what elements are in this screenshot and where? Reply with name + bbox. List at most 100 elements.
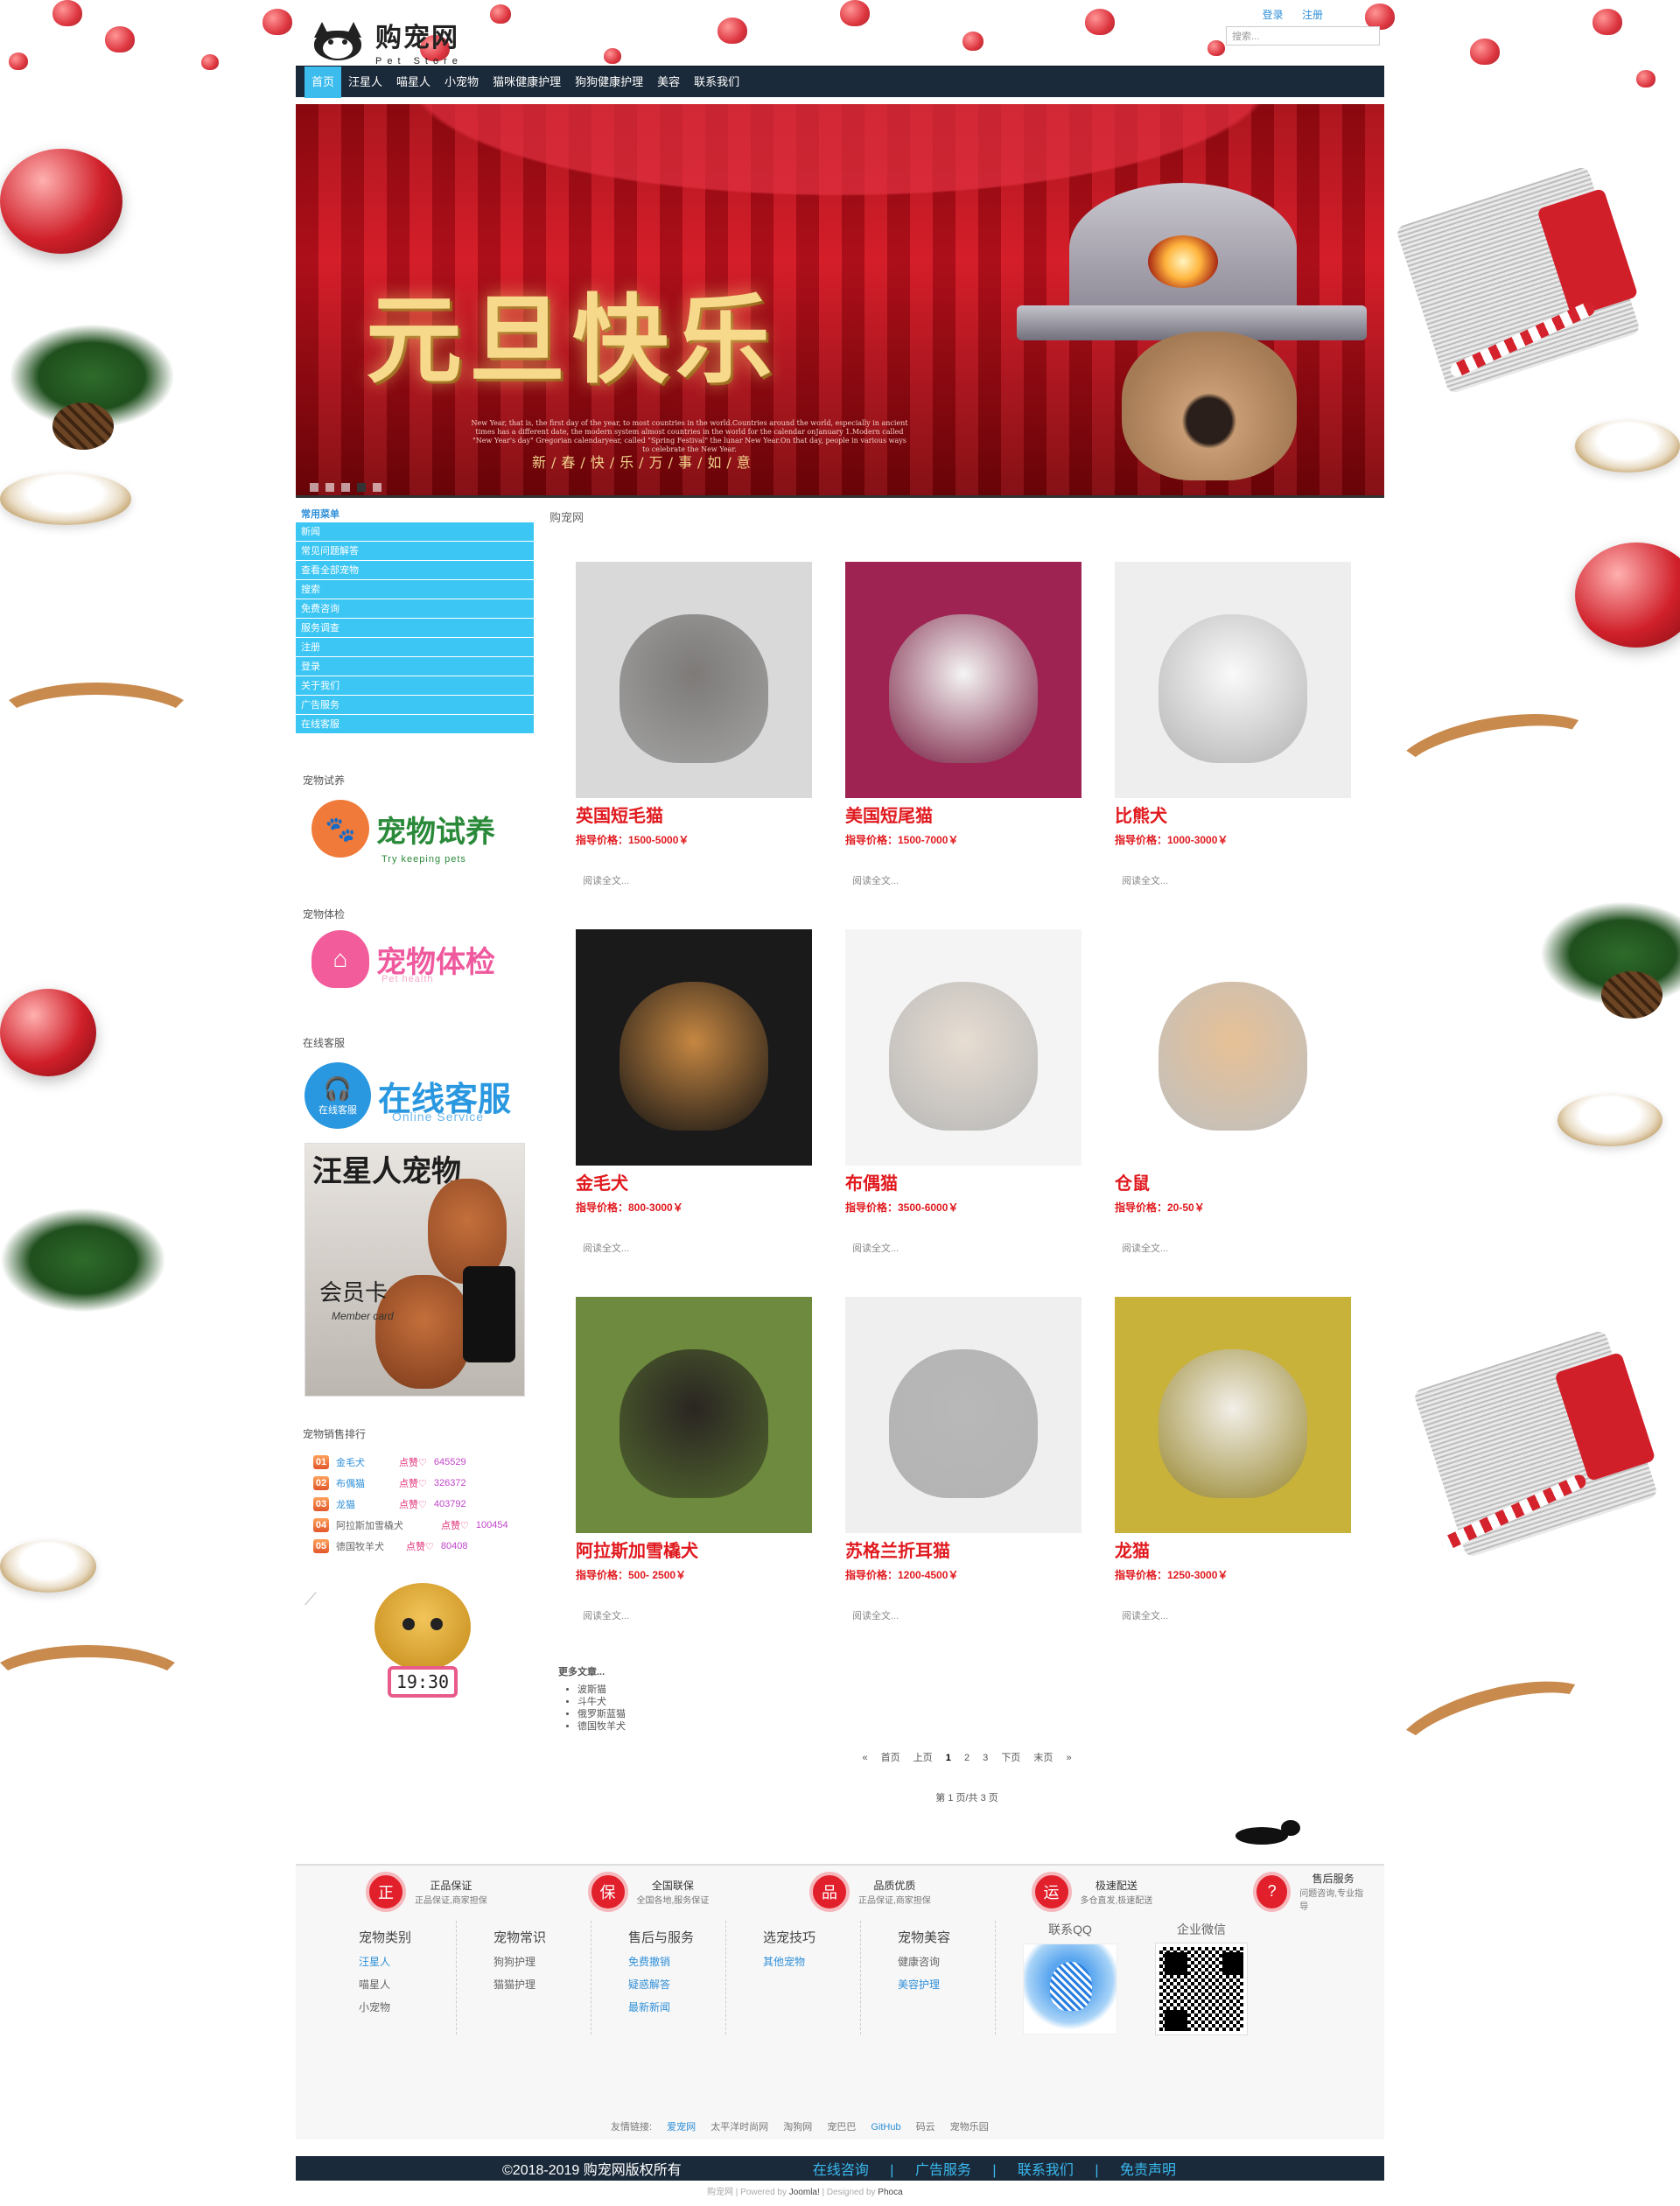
sidebar-item-login[interactable]: 登录 [296,657,534,676]
pet-card[interactable]: 比熊犬 指导价格：1000-3000￥ 阅读全文... [1115,562,1351,929]
search-input[interactable]: 搜索... [1226,26,1380,46]
pager-next[interactable]: 下页 [1001,1753,1020,1763]
read-more-link[interactable]: 阅读全文... [583,873,812,887]
footer-link[interactable]: 小宠物 [359,1999,456,2014]
footer-link[interactable]: 其他宠物 [763,1954,860,1969]
pager-first[interactable]: 首页 [881,1753,900,1763]
bottom-link-consult[interactable]: 在线咨询 [813,2163,869,2178]
nav-cat-care[interactable]: 猫咪健康护理 [486,67,568,98]
friend-link[interactable]: 太平洋时尚网 [710,2122,768,2132]
pager-prev[interactable]: 上页 [914,1753,933,1763]
pet-image[interactable] [845,929,1082,1166]
trial-banner[interactable]: 🐾 宠物试养 Try keeping pets [312,796,534,866]
pet-image[interactable] [576,929,812,1166]
sidebar-item-ads[interactable]: 广告服务 [296,696,534,715]
footer-link[interactable]: 狗狗护理 [494,1954,591,1969]
pet-card[interactable]: 仓鼠 指导价格：20-50￥ 阅读全文... [1115,929,1351,1297]
footer-link[interactable]: 最新新闻 [628,1999,725,2014]
pet-card[interactable]: 美国短尾猫 指导价格：1500-7000￥ 阅读全文... [845,562,1082,929]
more-link[interactable]: 波斯猫 [578,1684,1384,1696]
banner-dot[interactable] [341,483,350,492]
rank-name[interactable]: 龙猫 [336,1497,392,1511]
read-more-link[interactable]: 阅读全文... [852,873,1082,887]
footer-link[interactable]: 汪星人 [359,1954,456,1969]
sidebar-item-faq[interactable]: 常见问题解答 [296,542,534,561]
rank-name[interactable]: 德国牧羊犬 [336,1539,399,1553]
rank-name[interactable]: 布偶猫 [336,1476,392,1490]
like-label[interactable]: 点赞♡ [406,1539,434,1553]
pet-image[interactable] [576,562,812,798]
friend-link[interactable]: 淘狗网 [783,2122,812,2132]
more-link[interactable]: 德国牧羊犬 [578,1720,1384,1733]
friend-link[interactable]: 爱宠网 [667,2122,696,2132]
bottom-link-contact[interactable]: 联系我们 [1018,2163,1074,2178]
rank-row[interactable]: 02 布偶猫 点赞♡ 326372 [313,1473,534,1494]
footer-link[interactable]: 疑惑解答 [628,1977,725,1992]
footer-link[interactable]: 美容护理 [898,1977,995,1992]
pet-name[interactable]: 苏格兰折耳猫 [845,1537,1082,1562]
friend-link[interactable]: 宠物乐园 [950,2122,989,2132]
nav-home[interactable]: 首页 [304,66,342,98]
pager-page[interactable]: 3 [983,1753,988,1763]
friend-link[interactable]: GitHub [871,2122,900,2132]
rank-name[interactable]: 金毛犬 [336,1455,392,1469]
read-more-link[interactable]: 阅读全文... [1122,1608,1351,1622]
nav-cats[interactable]: 喵星人 [389,67,438,98]
pet-image[interactable] [845,562,1082,798]
sidebar-item-online-service[interactable]: 在线客服 [296,715,534,734]
rank-row[interactable]: 05 德国牧羊犬 点赞♡ 80408 [313,1536,534,1557]
like-label[interactable]: 点赞♡ [399,1476,427,1490]
read-more-link[interactable]: 阅读全文... [1122,1241,1351,1255]
pet-name[interactable]: 比熊犬 [1115,802,1351,827]
rank-row[interactable]: 04 阿拉斯加雪橇犬 点赞♡ 100454 [313,1515,534,1536]
pet-name[interactable]: 英国短毛猫 [576,802,812,827]
nav-dogs[interactable]: 汪星人 [341,67,389,98]
member-card-banner[interactable]: 汪星人宠物 会员卡 Member card [304,1143,525,1397]
like-label[interactable]: 点赞♡ [441,1518,469,1532]
friend-link[interactable]: 码云 [916,2122,935,2132]
rank-name[interactable]: 阿拉斯加雪橇犬 [336,1518,434,1532]
pet-card[interactable]: 苏格兰折耳猫 指导价格：1200-4500￥ 阅读全文... [845,1297,1082,1664]
sidebar-item-about[interactable]: 关于我们 [296,676,534,696]
pet-name[interactable]: 仓鼠 [1115,1169,1351,1194]
pet-name[interactable]: 金毛犬 [576,1169,812,1194]
service-banner[interactable]: 🎧 在线客服 在线客服 Online Service [304,1059,534,1129]
pet-card[interactable]: 布偶猫 指导价格：3500-6000￥ 阅读全文... [845,929,1082,1297]
pet-image[interactable] [576,1297,812,1533]
footer-link[interactable]: 健康咨询 [898,1954,995,1969]
pet-image[interactable] [845,1297,1082,1533]
like-label[interactable]: 点赞♡ [399,1455,427,1469]
more-link[interactable]: 俄罗斯蓝猫 [578,1708,1384,1720]
nav-grooming[interactable]: 美容 [650,67,687,98]
bottom-link-ads[interactable]: 广告服务 [915,2163,971,2178]
read-more-link[interactable]: 阅读全文... [1122,873,1351,887]
pet-card[interactable]: 阿拉斯加雪橇犬 指导价格：500- 2500￥ 阅读全文... [576,1297,812,1664]
rank-row[interactable]: 03 龙猫 点赞♡ 403792 [313,1494,534,1515]
read-more-link[interactable]: 阅读全文... [583,1608,812,1622]
pet-name[interactable]: 布偶猫 [845,1169,1082,1194]
sidebar-item-news[interactable]: 新闻 [296,522,534,542]
phoca-link[interactable]: Phoca [878,2188,902,2197]
site-logo[interactable]: 购宠网 Pet Store [309,16,463,67]
banner-dot[interactable] [326,483,334,492]
pet-name[interactable]: 阿拉斯加雪橇犬 [576,1537,812,1562]
health-banner[interactable]: ⌂ 宠物体检 Pet health [312,930,534,1000]
pet-card[interactable]: 金毛犬 指导价格：800-3000￥ 阅读全文... [576,929,812,1297]
pager-page[interactable]: 2 [964,1753,970,1763]
banner-dot[interactable] [373,483,382,492]
footer-link[interactable]: 猫猫护理 [494,1977,591,1992]
pet-image[interactable] [1115,1297,1351,1533]
bottom-link-disclaimer[interactable]: 免责声明 [1120,2163,1176,2178]
pet-card[interactable]: 龙猫 指导价格：1250-3000￥ 阅读全文... [1115,1297,1351,1664]
pet-name[interactable]: 美国短尾猫 [845,802,1082,827]
read-more-link[interactable]: 阅读全文... [852,1241,1082,1255]
joomla-link[interactable]: Joomla! [789,2188,820,2197]
rank-row[interactable]: 01 金毛犬 点赞♡ 645529 [313,1452,534,1473]
pet-name[interactable]: 龙猫 [1115,1537,1351,1562]
banner-dot-active[interactable] [357,483,366,492]
pet-image[interactable] [1115,929,1351,1166]
sidebar-item-consult[interactable]: 免费咨询 [296,599,534,619]
login-link[interactable]: 登录 [1263,9,1284,21]
nav-dog-care[interactable]: 狗狗健康护理 [568,67,650,98]
more-link[interactable]: 斗牛犬 [578,1696,1384,1708]
